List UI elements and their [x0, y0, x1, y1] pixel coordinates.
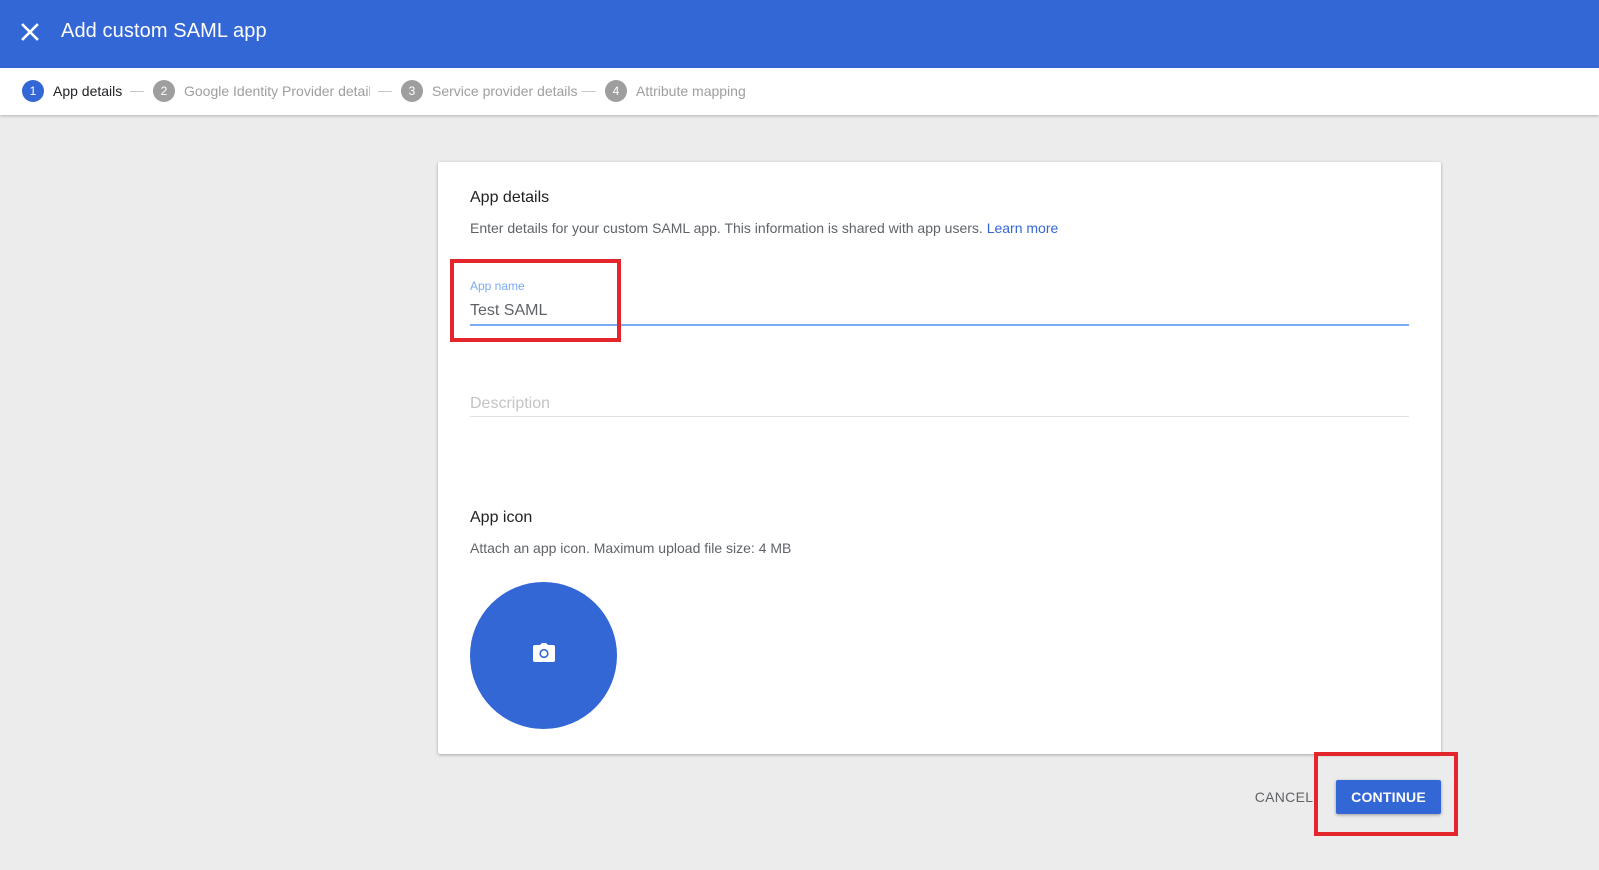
step-divider	[378, 91, 392, 92]
app-icon-heading: App icon	[470, 509, 533, 526]
step-number: 2	[153, 80, 175, 102]
app-details-description-text: Enter details for your custom SAML app. …	[470, 220, 983, 236]
app-details-description: Enter details for your custom SAML app. …	[470, 220, 1058, 236]
continue-button[interactable]: CONTINUE	[1336, 780, 1441, 814]
app-details-heading: App details	[470, 189, 550, 206]
close-icon[interactable]	[18, 20, 42, 44]
description-field	[470, 388, 1409, 420]
step-service-provider-details[interactable]: 3 Service provider details	[401, 80, 578, 102]
step-attribute-mapping[interactable]: 4 Attribute mapping	[605, 80, 746, 102]
camera-icon	[532, 643, 555, 668]
app-header: Add custom SAML app	[0, 0, 1599, 68]
step-label: App details	[53, 83, 123, 99]
app-details-card: App details Enter details for your custo…	[438, 162, 1441, 754]
step-divider	[582, 91, 596, 92]
step-number: 1	[22, 80, 44, 102]
app-name-field: App name	[470, 279, 1409, 327]
app-icon-description: Attach an app icon. Maximum upload file …	[470, 540, 792, 556]
step-number: 4	[605, 80, 627, 102]
cancel-button[interactable]: CANCEL	[1248, 782, 1320, 812]
app-icon-upload-button[interactable]	[470, 582, 617, 729]
step-label: Google Identity Provider detail:	[184, 83, 370, 99]
step-number: 3	[401, 80, 423, 102]
app-name-label: App name	[470, 279, 525, 293]
app-name-input[interactable]	[470, 299, 1409, 323]
page-title: Add custom SAML app	[61, 20, 267, 42]
app-name-underline	[470, 324, 1409, 326]
step-divider	[130, 91, 144, 92]
description-input[interactable]	[470, 392, 1409, 416]
step-label: Attribute mapping	[636, 83, 746, 99]
learn-more-link[interactable]: Learn more	[987, 220, 1059, 236]
step-app-details[interactable]: 1 App details	[22, 80, 122, 102]
stepper: 1 App details 2 Google Identity Provider…	[0, 68, 1599, 115]
step-google-idp-details[interactable]: 2 Google Identity Provider detail:	[153, 80, 370, 102]
step-label: Service provider details	[432, 83, 578, 99]
description-underline	[470, 416, 1409, 417]
